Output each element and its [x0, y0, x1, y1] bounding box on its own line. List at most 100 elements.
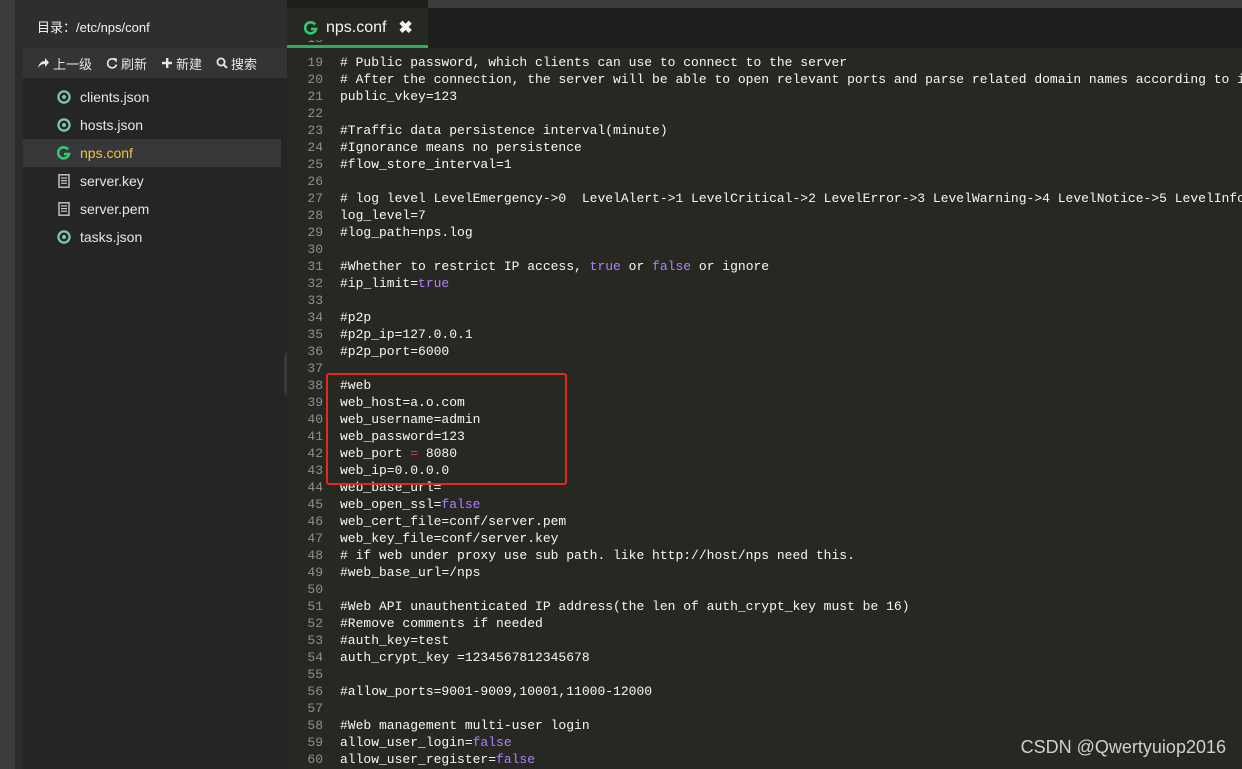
line-text: allow_user_register=false: [340, 752, 536, 767]
line-number: 56: [307, 684, 323, 699]
line-text: #p2p_port=6000: [340, 344, 450, 359]
line-number: 52: [307, 616, 323, 631]
refresh-label: 刷新: [121, 56, 148, 72]
new-button[interactable]: 新建: [161, 54, 202, 73]
line-text: #Ignorance means no persistence: [340, 140, 582, 155]
line-number: 51: [307, 599, 323, 614]
line-number: 24: [307, 140, 323, 155]
line-number: 35: [307, 327, 323, 342]
text-file-icon: [57, 174, 71, 188]
line-text: web_open_ssl=false: [340, 497, 481, 512]
line-number: 54: [307, 650, 323, 665]
line-text: #log_path=nps.log: [340, 225, 473, 240]
line-number: 48: [307, 548, 323, 563]
line-number: 30: [307, 242, 323, 257]
file-item[interactable]: server.pem: [23, 195, 281, 223]
sidebar-toolbar: 上一级 刷新 新建 搜索: [23, 48, 287, 78]
line-number: 36: [307, 344, 323, 359]
search-icon: [216, 57, 228, 69]
file-list: clients.json hosts.json nps.conf server.key…: [23, 83, 287, 251]
line-number: 44: [307, 480, 323, 495]
line-text: #Web API unauthenticated IP address(the …: [340, 599, 910, 614]
line-number: 57: [307, 701, 323, 716]
line-text: # After the connection, the server will …: [340, 72, 1242, 87]
tab-label: nps.conf: [326, 19, 387, 36]
refresh-icon: [106, 58, 118, 69]
line-number: 25: [307, 157, 323, 172]
line-number: 49: [307, 565, 323, 580]
line-number: 22: [307, 106, 323, 121]
line-number: 55: [307, 667, 323, 682]
json-file-icon: [57, 118, 71, 132]
line-text: auth_crypt_key =1234567812345678: [340, 650, 590, 665]
line-number: 58: [307, 718, 323, 733]
line-number: 38: [307, 378, 323, 393]
line-number: 33: [307, 293, 323, 308]
line-number: 59: [307, 735, 323, 750]
line-number: 60: [307, 752, 323, 767]
line-number: 20: [307, 72, 323, 87]
file-sidebar: 目录：/etc/nps/conf 上一级 刷新 新建 搜索 clients.js…: [23, 0, 287, 769]
line-number: 27: [307, 191, 323, 206]
share-arrow-icon: [38, 58, 49, 68]
up-level-label: 上一级: [53, 56, 93, 72]
line-text: web_cert_file=conf/server.pem: [340, 514, 567, 529]
line-number: 21: [307, 89, 323, 104]
line-number: 31: [307, 259, 323, 274]
line-text: #p2p: [340, 310, 372, 325]
search-label: 搜索: [231, 56, 258, 72]
line-number: 19: [307, 55, 323, 70]
line-text: #allow_ports=9001-9009,10001,11000-12000: [340, 684, 653, 699]
file-name: nps.conf: [80, 145, 133, 161]
line-number: 34: [307, 310, 323, 325]
text-file-icon: [57, 202, 71, 216]
line-number: 39: [307, 395, 323, 410]
line-number: 43: [307, 463, 323, 478]
line-text: web_key_file=conf/server.key: [340, 531, 559, 546]
up-level-button[interactable]: 上一级: [37, 54, 92, 73]
line-text: # Public password, which clients can use…: [340, 55, 848, 70]
line-number: 40: [307, 412, 323, 427]
line-text: #Web management multi-user login: [340, 718, 590, 733]
line-number: 32: [307, 276, 323, 291]
conf-file-icon: [57, 146, 71, 160]
line-text: #flow_store_interval=1: [340, 157, 512, 172]
new-label: 新建: [176, 56, 203, 72]
line-text: #Whether to restrict IP access, true or …: [340, 259, 770, 274]
refresh-button[interactable]: 刷新: [106, 54, 147, 73]
conf-file-icon: [304, 21, 318, 35]
file-name: clients.json: [80, 89, 150, 105]
file-item[interactable]: server.key: [23, 167, 281, 195]
json-file-icon: [57, 230, 71, 244]
line-text: #Traffic data persistence interval(minut…: [340, 123, 668, 138]
watermark: CSDN @Qwertyuiop2016: [1020, 737, 1226, 757]
highlight-annotation-box: [326, 373, 567, 485]
line-number: 53: [307, 633, 323, 648]
line-text: public_vkey=123: [340, 89, 458, 104]
line-number: 29: [307, 225, 323, 240]
line-number: 46: [307, 514, 323, 529]
line-number: 50: [307, 582, 323, 597]
line-text: allow_user_login=false: [340, 735, 512, 750]
line-text: #ip_limit=true: [340, 276, 450, 291]
file-name: hosts.json: [80, 117, 144, 133]
file-item[interactable]: tasks.json: [23, 223, 281, 251]
search-button[interactable]: 搜索: [216, 54, 257, 73]
line-number: 47: [307, 531, 323, 546]
line-number: 41: [307, 429, 323, 444]
file-item[interactable]: nps.conf: [23, 139, 281, 167]
line-number: 37: [307, 361, 323, 376]
line-text: #Remove comments if needed: [340, 616, 543, 631]
file-name: tasks.json: [80, 229, 143, 245]
line-text: # if web under proxy use sub path. like …: [340, 548, 855, 563]
line-text: # log level LevelEmergency->0 LevelAlert…: [340, 191, 1242, 206]
line-number: 26: [307, 174, 323, 189]
line-text: log_level=7: [340, 208, 426, 223]
close-icon[interactable]: ✖: [398, 18, 412, 38]
file-item[interactable]: hosts.json: [23, 111, 281, 139]
line-number: 23: [307, 123, 323, 138]
directory-path: 目录：/etc/nps/conf: [23, 0, 287, 48]
line-number: 45: [307, 497, 323, 512]
file-name: server.pem: [80, 201, 150, 217]
file-item[interactable]: clients.json: [23, 83, 281, 111]
